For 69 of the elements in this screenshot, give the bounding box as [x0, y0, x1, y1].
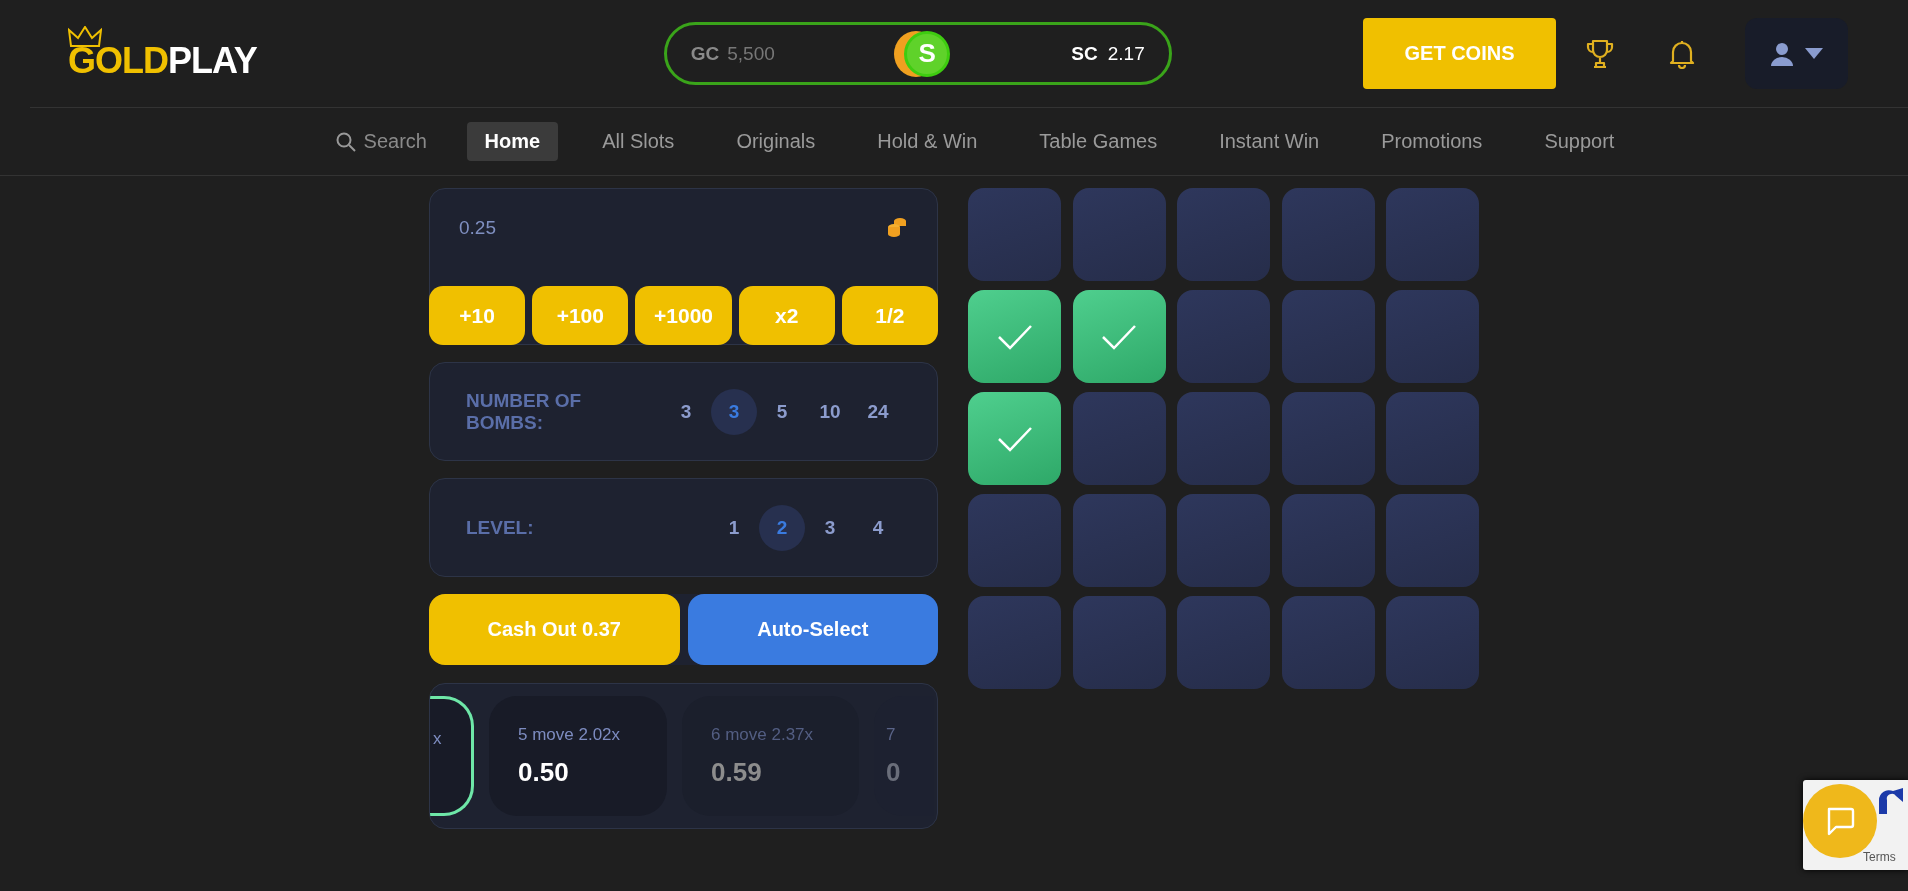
hidden-tile[interactable]	[1072, 494, 1166, 587]
user-icon	[1770, 41, 1793, 66]
nav-tab[interactable]: Promotions	[1363, 122, 1501, 161]
level-option[interactable]: 1	[711, 504, 757, 551]
gc-balance: 5,500	[727, 42, 775, 65]
hidden-tile[interactable]	[968, 494, 1061, 587]
move-multiplier: 5 move 2.02x	[518, 724, 622, 745]
balance-toggle[interactable]: GC 5,500 S SC 2.17	[663, 22, 1172, 85]
bombs-option[interactable]: 3	[663, 388, 709, 435]
hidden-tile[interactable]	[1177, 596, 1270, 689]
user-menu-button[interactable]	[1745, 18, 1848, 89]
nav-tab[interactable]: Instant Win	[1201, 122, 1338, 161]
gc-label: GC	[690, 42, 720, 65]
search-field[interactable]: Search	[335, 130, 441, 153]
search-icon	[335, 131, 356, 152]
move-multiplier: 7	[886, 724, 897, 745]
nav-tab[interactable]: Originals	[718, 122, 834, 161]
move-multiplier: x	[432, 729, 442, 749]
level-option[interactable]: 2	[759, 504, 805, 551]
hidden-tile[interactable]	[1177, 188, 1270, 281]
level-label: LEVEL:	[466, 516, 535, 539]
nav-tab[interactable]: Hold & Win	[859, 122, 996, 161]
recaptcha-icon	[1879, 788, 1903, 814]
nav-tab[interactable]: Home	[466, 122, 559, 161]
hidden-tile[interactable]	[1386, 188, 1479, 281]
move-payout: 0.50	[518, 756, 570, 788]
hidden-tile[interactable]	[1281, 494, 1375, 587]
hidden-tile[interactable]	[968, 596, 1061, 689]
hidden-tile[interactable]	[1386, 596, 1479, 689]
hidden-tile[interactable]	[1281, 596, 1375, 689]
hidden-tile[interactable]	[1177, 392, 1270, 485]
terms-link[interactable]: Terms	[1863, 850, 1896, 864]
hidden-tile[interactable]	[1177, 290, 1270, 383]
trophy-icon[interactable]	[1586, 38, 1614, 69]
hidden-tile[interactable]	[1177, 494, 1270, 587]
hidden-tile[interactable]	[1386, 392, 1479, 485]
goldplay-logo[interactable]: GOLDPLAY	[68, 25, 259, 82]
revealed-tile[interactable]	[1072, 290, 1166, 383]
hidden-tile[interactable]	[1072, 188, 1166, 281]
bombs-label: NUMBER OF BOMBS:	[466, 389, 583, 434]
coins-icon	[887, 217, 907, 237]
nav-tab[interactable]: Table Games	[1021, 122, 1176, 161]
level-option[interactable]: 4	[855, 504, 901, 551]
hidden-tile[interactable]	[1281, 392, 1375, 485]
hidden-tile[interactable]	[1281, 188, 1375, 281]
revealed-tile[interactable]	[968, 392, 1061, 485]
hidden-tile[interactable]	[1072, 596, 1166, 689]
hidden-tile[interactable]	[1386, 290, 1479, 383]
hidden-tile[interactable]	[1281, 290, 1375, 383]
bet-amount-field[interactable]: 0.25	[459, 217, 496, 239]
bombs-option[interactable]: 5	[759, 388, 805, 435]
sc-label: SC	[1071, 42, 1098, 65]
move-payout: 0	[886, 756, 902, 788]
auto-select-button[interactable]: Auto-Select	[687, 594, 938, 665]
caret-icon	[1804, 48, 1823, 59]
hidden-tile[interactable]	[1072, 392, 1166, 485]
revealed-tile[interactable]	[968, 290, 1061, 383]
hidden-tile[interactable]	[968, 188, 1061, 281]
sc-balance: 2.17	[1107, 42, 1145, 65]
nav-tab[interactable]: All Slots	[584, 122, 693, 161]
bombs-option[interactable]: 3	[711, 388, 757, 435]
bombs-option[interactable]: 10	[807, 388, 853, 435]
move-payout: 0.59	[711, 756, 763, 788]
move-multiplier: 6 move 2.37x	[711, 724, 815, 745]
nav-tab[interactable]: Support	[1526, 122, 1633, 161]
hidden-tile[interactable]	[1386, 494, 1479, 587]
level-option[interactable]: 3	[807, 504, 853, 551]
bombs-option[interactable]: 24	[855, 388, 901, 435]
bell-icon[interactable]	[1669, 38, 1695, 69]
